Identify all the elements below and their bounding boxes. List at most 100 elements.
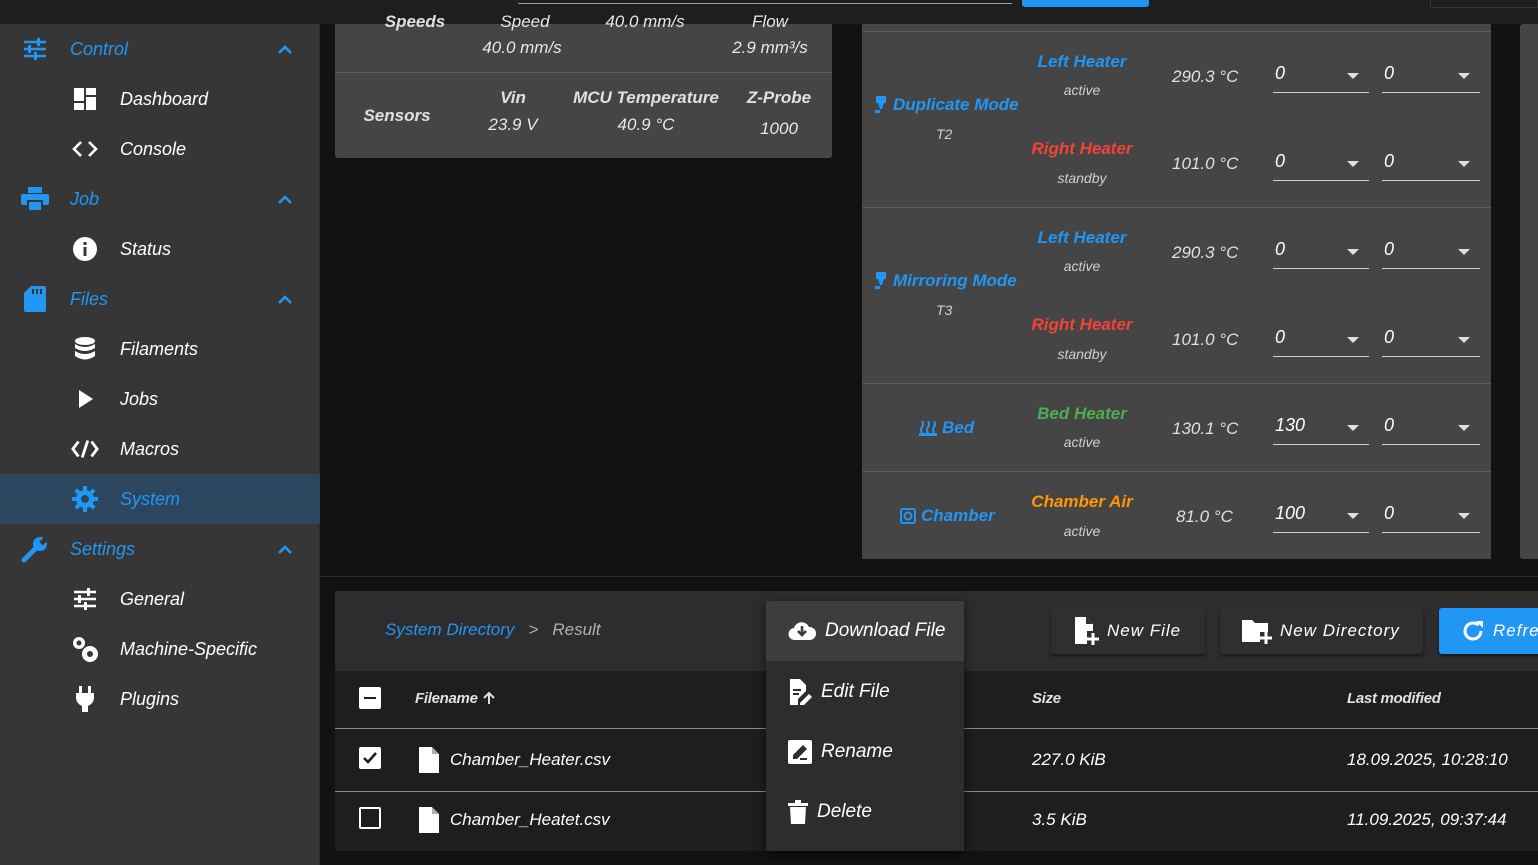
dropdown-arrow-icon: [1458, 161, 1470, 167]
file-context-menu: Download File Edit File Rename Delete: [766, 601, 964, 851]
chevron-up-icon: [275, 190, 295, 208]
file-name[interactable]: Chamber_Heatet.csv: [450, 810, 610, 830]
file-size: 3.5 KiB: [1032, 810, 1087, 829]
active-temp-select[interactable]: 0: [1273, 325, 1369, 357]
heater-state[interactable]: active: [1012, 523, 1152, 539]
dropdown-arrow-icon: [1458, 513, 1470, 519]
sidebar-group-job[interactable]: Job: [0, 174, 320, 224]
heater-state[interactable]: active: [1012, 82, 1152, 98]
heater-state[interactable]: standby: [1012, 346, 1152, 362]
active-temp-select[interactable]: 0: [1273, 61, 1369, 93]
refresh-button[interactable]: Refre: [1439, 608, 1538, 654]
sidebar-item-dashboard[interactable]: Dashboard: [0, 74, 320, 124]
plug-icon: [71, 686, 99, 712]
column-header-filename[interactable]: Filename: [415, 690, 496, 707]
heater-name[interactable]: Bed Heater: [1012, 404, 1152, 424]
column-header-size[interactable]: Size: [1032, 690, 1061, 707]
tool-mirroring-mode[interactable]: Mirroring Mode: [874, 271, 1017, 291]
heater-name[interactable]: Chamber Air: [1012, 492, 1152, 512]
row-checkbox[interactable]: [359, 747, 381, 769]
dropdown-arrow-icon: [1347, 513, 1359, 519]
sidebar-item-system[interactable]: System: [0, 474, 320, 524]
mcu-temp-value: 40.9 °C: [617, 115, 675, 134]
nozzle-icon: [875, 272, 886, 289]
heater-state[interactable]: active: [1012, 434, 1152, 450]
vin-value: 23.9 V: [488, 115, 538, 134]
sidebar-group-settings[interactable]: Settings: [0, 524, 320, 574]
menu-item-label: Delete: [817, 801, 872, 822]
standby-temp-select[interactable]: 0: [1382, 61, 1480, 93]
file-edit-icon: [790, 679, 812, 705]
new-file-button[interactable]: New File: [1051, 608, 1205, 654]
wrench-icon: [21, 536, 49, 563]
heater-name[interactable]: Right Heater: [1012, 315, 1152, 335]
heater-state[interactable]: standby: [1012, 170, 1152, 186]
tool-chamber[interactable]: Chamber: [900, 506, 995, 526]
breadcrumb-root-link[interactable]: System Directory: [385, 620, 514, 640]
sidebar-item-status[interactable]: Status: [0, 224, 320, 274]
select-all-checkbox[interactable]: [359, 687, 381, 709]
active-temp-select[interactable]: 0: [1273, 149, 1369, 181]
tool-sub: T3: [936, 302, 953, 318]
sidebar-item-macros[interactable]: Macros: [0, 424, 320, 474]
sensors-label: Sensors: [363, 106, 431, 125]
sidebar-group-files[interactable]: Files: [0, 274, 320, 324]
sidebar-group-control[interactable]: Control: [0, 24, 320, 74]
sidebar-item-label: Machine-Specific: [120, 638, 258, 659]
chevron-up-icon: [275, 40, 295, 58]
file-name[interactable]: Chamber_Heater.csv: [450, 750, 610, 770]
sidebar-item-label: Dashboard: [120, 88, 209, 109]
sidebar-item-plugins[interactable]: Plugins: [0, 674, 320, 724]
column-header-last-modified[interactable]: Last modified: [1347, 690, 1441, 707]
file-plus-icon: [1075, 617, 1099, 645]
heaters-card: Duplicate Mode T2 Left Heater active 290…: [862, 24, 1491, 559]
menu-item-download-file[interactable]: Download File: [766, 601, 964, 661]
tool-sub: T2: [936, 126, 953, 142]
standby-temp-select[interactable]: 0: [1382, 149, 1480, 181]
heater-name[interactable]: Left Heater: [1012, 228, 1152, 248]
heater-temp: 81.0 °C: [1176, 507, 1233, 526]
top-action-button[interactable]: [1022, 0, 1149, 7]
top-input-underline[interactable]: [518, 3, 1012, 4]
sidebar-item-label: Console: [120, 138, 187, 159]
gear-icon: [71, 486, 99, 512]
tool-bed[interactable]: Bed: [919, 418, 974, 438]
menu-item-rename[interactable]: Rename: [766, 722, 964, 782]
heater-name[interactable]: Right Heater: [1012, 139, 1152, 159]
dropdown-arrow-icon: [1458, 425, 1470, 431]
sidebar-item-general[interactable]: General: [0, 574, 320, 624]
sidebar-item-console[interactable]: Console: [0, 124, 320, 174]
menu-item-edit-file[interactable]: Edit File: [766, 662, 964, 722]
zprobe-value: 1000: [760, 119, 798, 138]
tool-duplicate-mode[interactable]: Duplicate Mode: [874, 95, 1019, 115]
sidebar-item-jobs[interactable]: Jobs: [0, 374, 320, 424]
heater-temp: 101.0 °C: [1172, 154, 1239, 173]
standby-temp-select[interactable]: 0: [1382, 325, 1480, 357]
dropdown-arrow-icon: [1347, 73, 1359, 79]
heater-state[interactable]: active: [1012, 258, 1152, 274]
row-divider: [862, 383, 1491, 384]
code-slash-icon: [71, 436, 99, 462]
heater-name[interactable]: Left Heater: [1012, 52, 1152, 72]
standby-temp-select[interactable]: 0: [1382, 237, 1480, 269]
sidebar: Control Dashboard Console Job Status Fil…: [0, 24, 320, 865]
tool-name: Bed: [942, 418, 975, 437]
standby-temp-select[interactable]: 0: [1382, 501, 1480, 533]
top-right-button[interactable]: [1430, 0, 1538, 8]
sidebar-item-label: Plugins: [120, 688, 180, 709]
row-checkbox[interactable]: [359, 807, 381, 829]
sidebar-item-machine-specific[interactable]: Machine-Specific: [0, 624, 320, 674]
active-temp-select[interactable]: 100: [1273, 501, 1369, 533]
active-temp-select[interactable]: 0: [1273, 237, 1369, 269]
sidebar-item-label: Filaments: [120, 338, 199, 359]
standby-temp-select[interactable]: 0: [1382, 413, 1480, 445]
flow-value: 2.9 mm³/s: [732, 38, 808, 57]
active-temp-select[interactable]: 130: [1273, 413, 1369, 445]
menu-item-delete[interactable]: Delete: [766, 782, 964, 842]
sidebar-item-filaments[interactable]: Filaments: [0, 324, 320, 374]
speed-head: Speed: [500, 12, 550, 31]
chevron-up-icon: [275, 290, 295, 308]
new-directory-button[interactable]: New Directory: [1220, 608, 1423, 654]
heater-temp: 101.0 °C: [1172, 330, 1239, 349]
row-divider: [862, 207, 1491, 208]
